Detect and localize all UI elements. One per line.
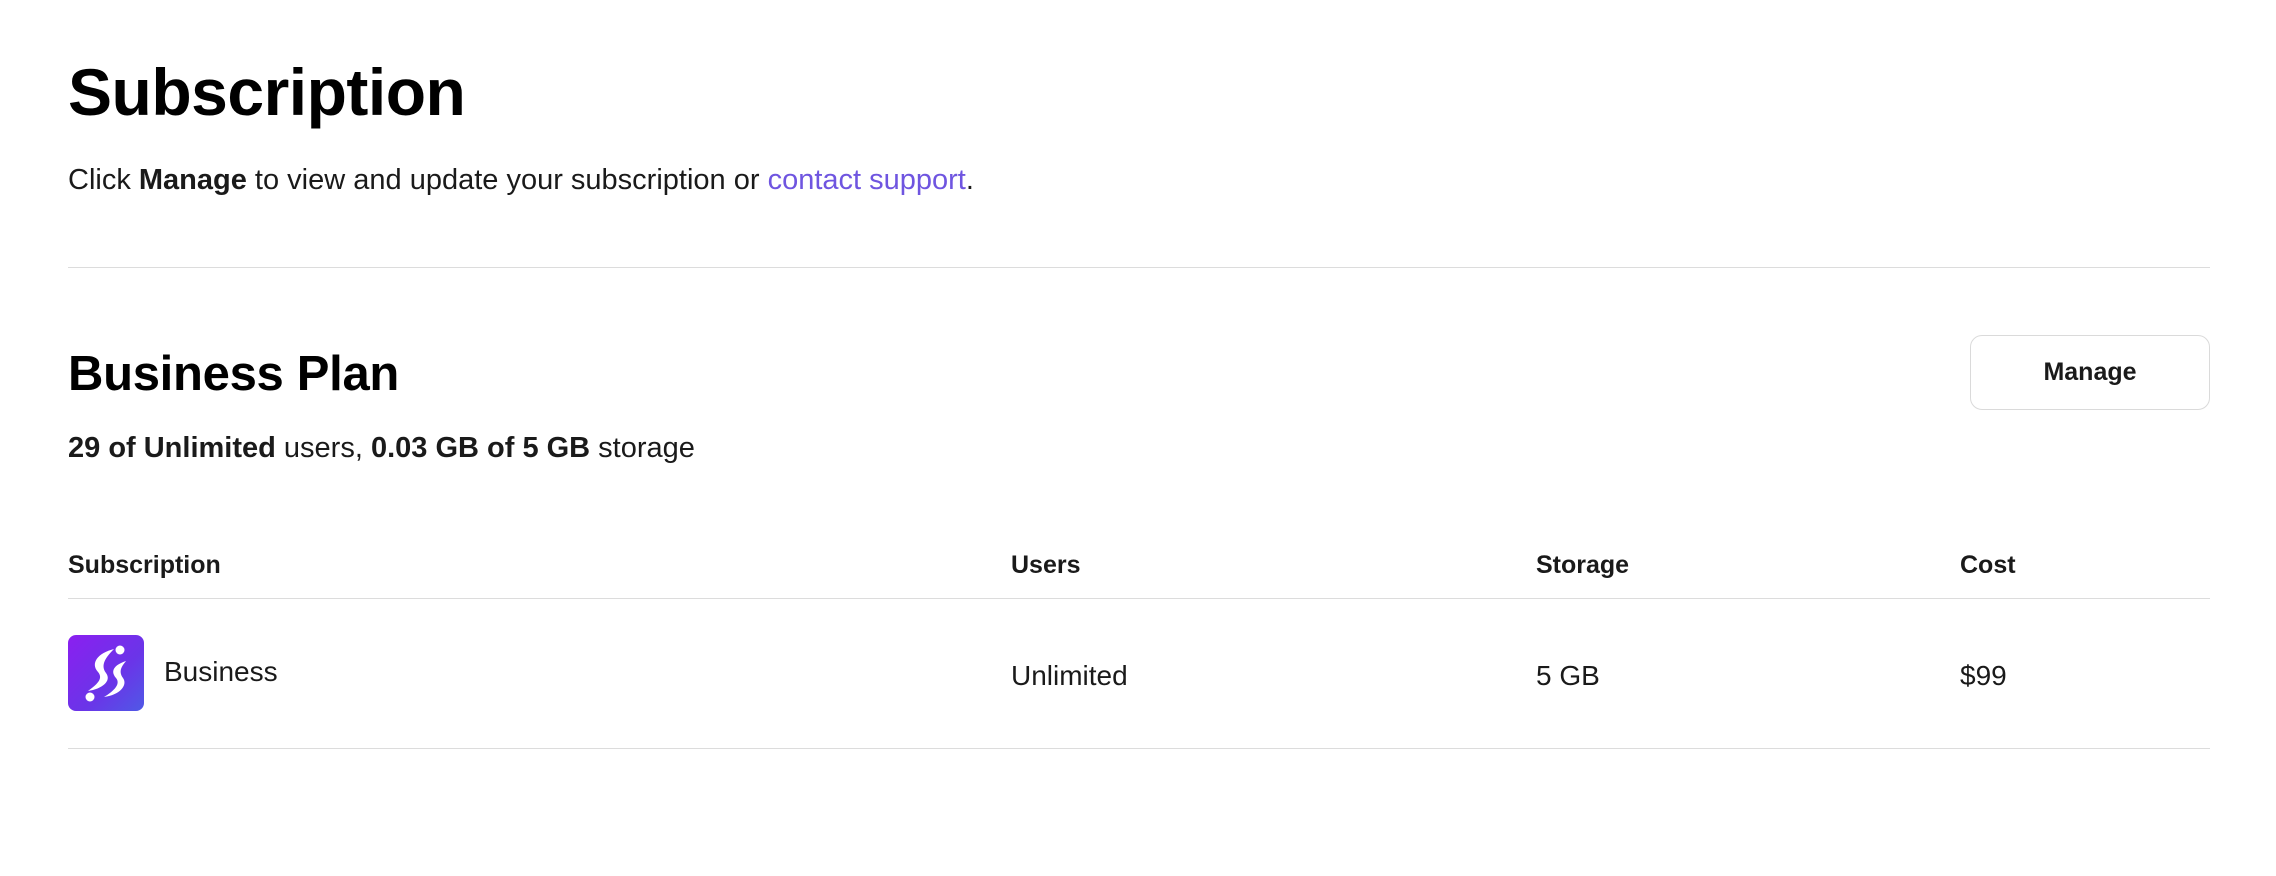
column-header-cost: Cost bbox=[1960, 551, 2016, 579]
column-header-subscription: Subscription bbox=[68, 551, 221, 579]
manage-button[interactable]: Manage bbox=[1970, 335, 2210, 410]
users-used: 29 of Unlimited bbox=[68, 432, 276, 464]
intro-suffix: . bbox=[965, 164, 974, 196]
intro-middle: to view and update your subscription or bbox=[246, 164, 768, 196]
app-logo-icon bbox=[68, 635, 144, 711]
storage-word: storage bbox=[590, 432, 695, 464]
row-storage: 5 GB bbox=[1536, 660, 1600, 691]
users-word: users, bbox=[275, 432, 371, 464]
subscription-page: Subscription Click Manage to view and up… bbox=[0, 0, 2276, 876]
storage-used: 0.03 GB of 5 GB bbox=[370, 432, 591, 464]
row-subscription-name: Business bbox=[164, 656, 278, 687]
plan-usage: 29 of Unlimited users, 0.03 GB of 5 GB s… bbox=[68, 428, 695, 468]
plan-title: Business Plan bbox=[68, 347, 400, 401]
table-header-divider bbox=[68, 598, 2210, 599]
column-header-storage: Storage bbox=[1536, 551, 1630, 579]
table-bottom-divider bbox=[68, 748, 2210, 749]
section-divider bbox=[68, 267, 2210, 268]
row-users: Unlimited bbox=[1011, 660, 1128, 691]
contact-support-link[interactable]: contact support bbox=[768, 164, 966, 196]
intro-prefix: Click bbox=[68, 164, 139, 196]
intro-text: Click Manage to view and update your sub… bbox=[68, 160, 974, 200]
column-header-users: Users bbox=[1011, 551, 1081, 579]
page-title: Subscription bbox=[68, 55, 466, 129]
row-cost: $99 bbox=[1960, 660, 2007, 691]
intro-manage-bold: Manage bbox=[138, 164, 247, 196]
